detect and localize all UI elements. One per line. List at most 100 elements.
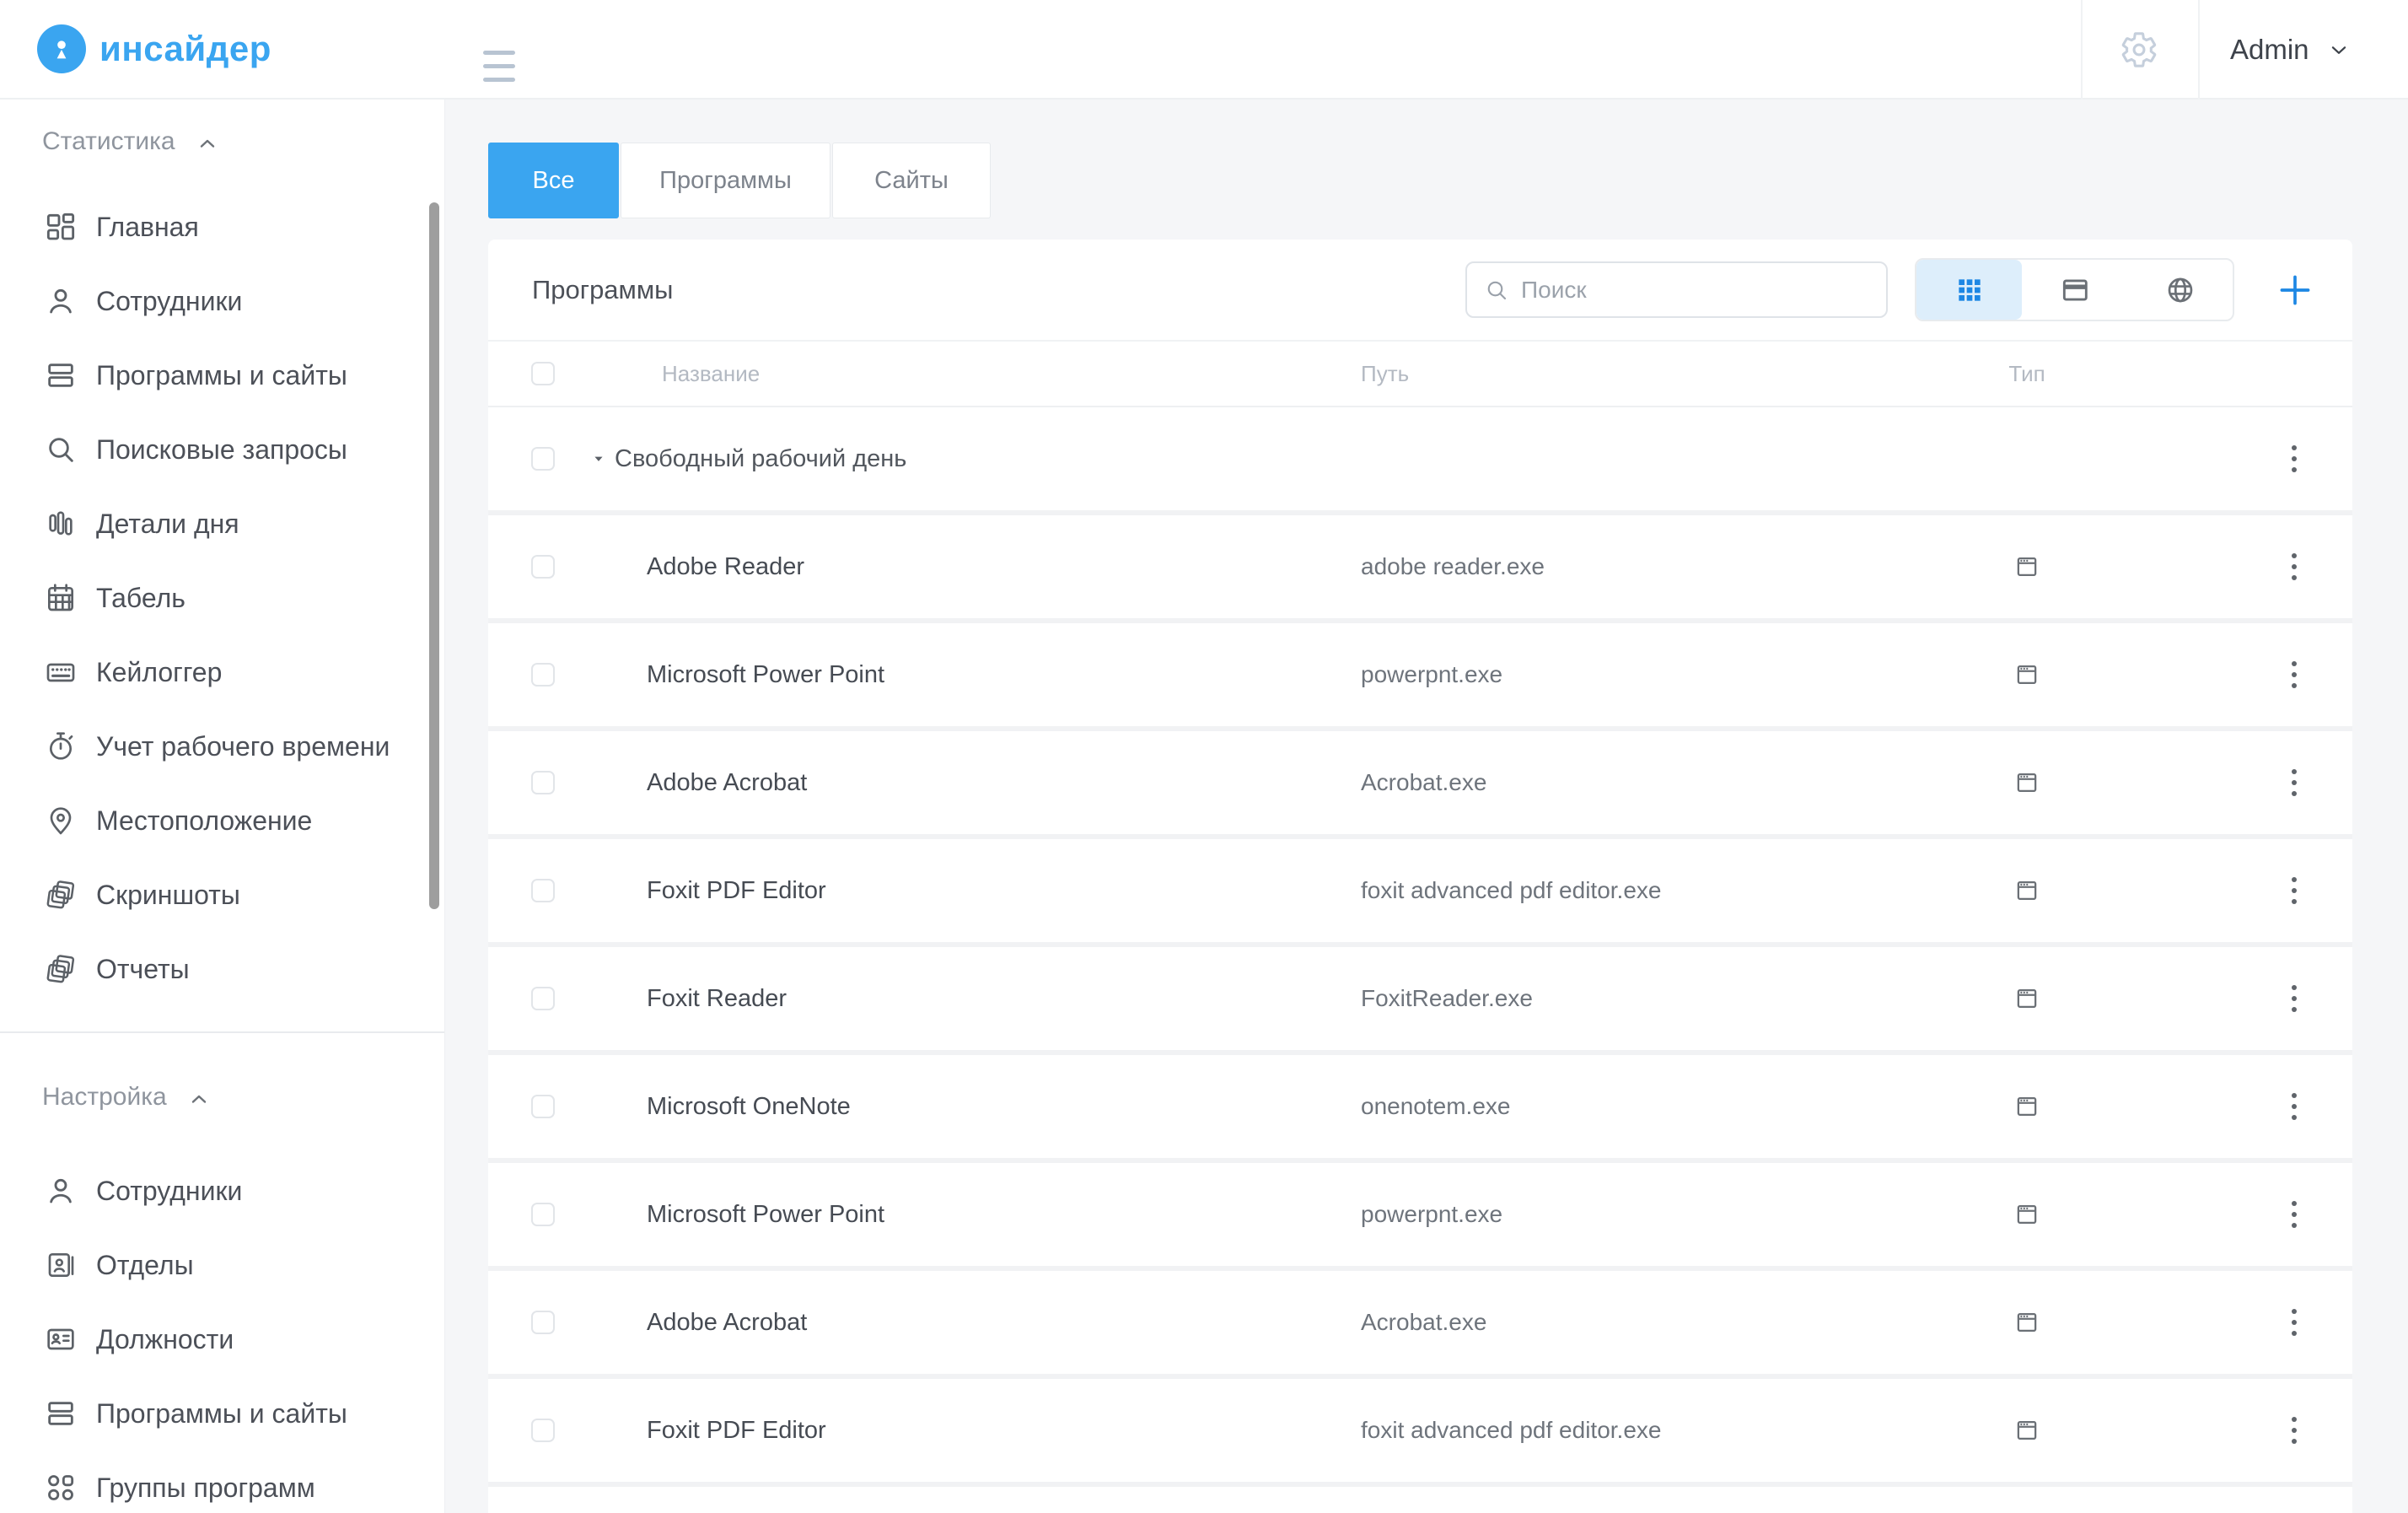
row-menu-button[interactable] [2282, 1417, 2306, 1444]
keyboard-icon [44, 655, 78, 689]
row-menu-button[interactable] [2282, 985, 2306, 1012]
sidebar-section-header[interactable]: Настройка [0, 1079, 444, 1116]
program-type [1922, 769, 2132, 796]
window-icon [2059, 274, 2091, 306]
table-row[interactable]: Foxit Reader FoxitReader.exe [488, 947, 2352, 1055]
app-window-icon [2013, 553, 2040, 580]
sidebar-scrollbar[interactable] [429, 202, 439, 909]
sidebar: Статистика Главная Сотрудники Программы … [0, 100, 445, 1513]
search-box[interactable] [1465, 261, 1888, 318]
row-menu-button[interactable] [2282, 877, 2306, 904]
row-checkbox[interactable] [531, 879, 555, 902]
tab-sites[interactable]: Сайты [832, 143, 991, 218]
sidebar-item-label: Отделы [96, 1250, 194, 1281]
sidebar-item-departments[interactable]: Отделы [0, 1228, 444, 1302]
sidebar-item-day-details[interactable]: Детали дня [0, 487, 444, 561]
program-type [1922, 1309, 2132, 1336]
program-path: FoxitReader.exe [1361, 985, 1922, 1012]
table-row[interactable]: Microsoft Power Point powerpnt.exe [488, 623, 2352, 731]
sidebar-item-programs-sites-settings[interactable]: Программы и сайты [0, 1376, 444, 1451]
table-row[interactable]: Microsoft Power Point powerpnt.exe [488, 1163, 2352, 1271]
program-name: Microsoft OneNote [647, 1093, 1361, 1121]
sidebar-item-screenshots[interactable]: Скриншоты [0, 858, 444, 932]
program-name: Adobe Acrobat [647, 1309, 1361, 1337]
row-checkbox[interactable] [531, 1311, 555, 1334]
layers-icon [44, 878, 78, 912]
row-checkbox[interactable] [531, 1203, 555, 1226]
program-path: foxit advanced pdf editor.exe [1361, 1417, 1922, 1444]
sidebar-item-employees[interactable]: Сотрудники [0, 264, 444, 338]
sidebar-item-positions[interactable]: Должности [0, 1302, 444, 1376]
sidebar-item-label: Программы и сайты [96, 360, 347, 391]
row-checkbox[interactable] [531, 1419, 555, 1442]
table-row[interactable]: Adobe Acrobat Acrobat.exe [488, 731, 2352, 839]
program-path: powerpnt.exe [1361, 1201, 1922, 1228]
sidebar-item-timesheet[interactable]: Табель [0, 561, 444, 635]
sidebar-item-programs-sites[interactable]: Программы и сайты [0, 338, 444, 412]
tab-programs[interactable]: Программы [621, 143, 830, 218]
table-row[interactable]: Adobe Reader adobe reader.exe [488, 515, 2352, 623]
sidebar-section-list: Сотрудники Отделы Должности Программы и … [0, 1154, 444, 1513]
program-type [1922, 877, 2132, 904]
view-toggle-grid[interactable] [1916, 260, 2022, 320]
program-name: Foxit PDF Editor [647, 1417, 1361, 1445]
user-menu[interactable]: Admin [2230, 0, 2350, 100]
sidebar-item-reports[interactable]: Отчеты [0, 932, 444, 1006]
table-row[interactable]: Adobe Acrobat Acrobat.exe [488, 1271, 2352, 1379]
sidebar-item-keylogger[interactable]: Кейлоггер [0, 635, 444, 709]
sidebar-item-label: Табель [96, 583, 185, 614]
row-menu-button[interactable] [2282, 1201, 2306, 1228]
table-row[interactable]: Microsoft OneNote onenotem.exe [488, 1055, 2352, 1163]
badge-icon [44, 1248, 78, 1282]
view-toggle-globe[interactable] [2127, 260, 2233, 320]
row-checkbox[interactable] [531, 771, 555, 794]
sidebar-item-program-groups[interactable]: Группы программ [0, 1451, 444, 1513]
sidebar-item-employees-settings[interactable]: Сотрудники [0, 1154, 444, 1228]
tab-all[interactable]: Все [488, 143, 619, 218]
program-type [1922, 1417, 2132, 1444]
row-menu-button[interactable] [2282, 553, 2306, 580]
sidebar-section-title: Статистика [42, 127, 175, 156]
chevron-down-icon [2328, 39, 2350, 61]
search-input[interactable] [1521, 277, 1871, 304]
program-path: Acrobat.exe [1361, 1309, 1922, 1336]
row-menu-button[interactable] [2282, 445, 2306, 472]
row-checkbox[interactable] [531, 1095, 555, 1118]
view-toggle-window[interactable] [2022, 260, 2127, 320]
row-menu-button[interactable] [2282, 661, 2306, 688]
table-row[interactable]: Foxit PDF Editor foxit advanced pdf edit… [488, 839, 2352, 947]
chevron-up-icon [197, 133, 218, 153]
sidebar-item-location[interactable]: Местоположение [0, 783, 444, 858]
row-checkbox[interactable] [531, 987, 555, 1010]
row-menu-button[interactable] [2282, 1309, 2306, 1336]
row-checkbox[interactable] [531, 555, 555, 579]
caret-down-icon[interactable] [590, 450, 607, 467]
menu-toggle-icon[interactable] [483, 51, 515, 82]
program-path: Acrobat.exe [1361, 769, 1922, 796]
row-menu-button[interactable] [2282, 1093, 2306, 1120]
row-checkbox[interactable] [531, 663, 555, 687]
gear-icon[interactable] [2120, 30, 2158, 69]
sidebar-item-label: Программы и сайты [96, 1398, 347, 1430]
brand-logo[interactable]: инсайдер [37, 24, 271, 73]
sidebar-item-time-tracking[interactable]: Учет рабочего времени [0, 709, 444, 783]
row-menu-button[interactable] [2282, 769, 2306, 796]
app-window-icon [2013, 985, 2040, 1012]
grid9-icon [1954, 274, 1986, 306]
bars-icon [44, 507, 78, 541]
chevron-up-icon [189, 1089, 209, 1109]
group-row-checkbox[interactable] [531, 447, 555, 471]
column-header-type: Тип [1922, 361, 2132, 387]
group-row[interactable]: Свободный рабочий день [488, 407, 2352, 515]
sidebar-item-home[interactable]: Главная [0, 190, 444, 264]
select-all-checkbox[interactable] [531, 362, 555, 385]
rows-icon [44, 1397, 78, 1430]
add-button[interactable] [2271, 267, 2319, 314]
sidebar-section-header[interactable]: Статистика [0, 123, 444, 160]
program-type [1922, 1201, 2132, 1228]
sidebar-item-search-queries[interactable]: Поисковые запросы [0, 412, 444, 487]
header-divider [2198, 0, 2200, 100]
app-window-icon [2013, 1309, 2040, 1336]
table-row[interactable]: Foxit PDF Editor foxit advanced pdf edit… [488, 1379, 2352, 1487]
sidebar-item-label: Должности [96, 1324, 234, 1355]
